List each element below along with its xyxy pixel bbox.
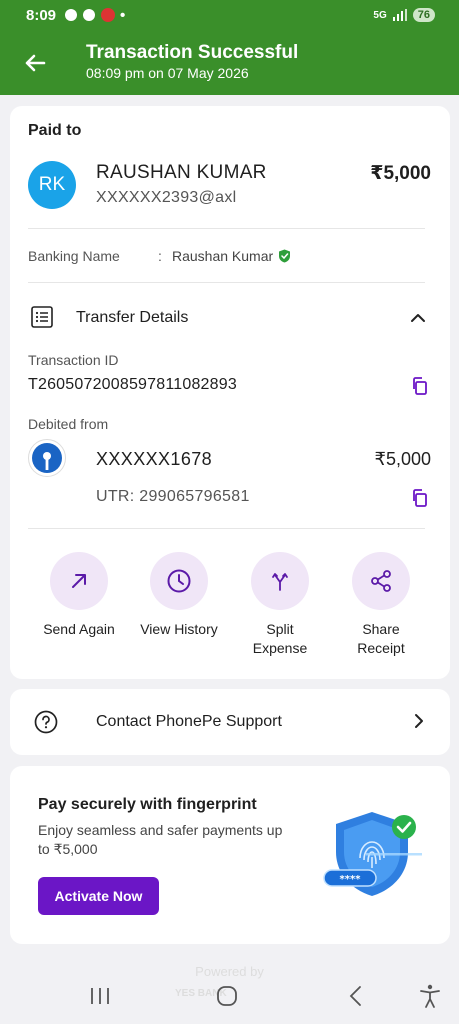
divider (28, 282, 425, 283)
network-label: 5G (373, 9, 387, 21)
debited-from-label: Debited from (28, 416, 109, 432)
page-title: Transaction Successful (86, 42, 299, 63)
back-arrow-icon[interactable] (20, 48, 50, 78)
system-status: 5G 76 (373, 8, 435, 22)
transaction-id-label: Transaction ID (28, 352, 119, 368)
payment-details-card: Paid to RK RAUSHAN KUMAR XXXXXX2393@axl … (10, 106, 450, 679)
paid-to-label: Paid to (28, 122, 82, 139)
split-icon (272, 573, 288, 591)
copy-icon[interactable] (410, 488, 430, 508)
action-circle (251, 552, 309, 610)
help-circle-icon (34, 710, 58, 734)
notification-app-icon (65, 9, 78, 21)
share-receipt-button[interactable]: Share Receipt (336, 552, 426, 658)
debit-account-number: XXXXXX1678 (96, 449, 213, 469)
payee-vpa: XXXXXX2393@axl (96, 189, 237, 206)
action-label: Split Expense (252, 621, 308, 656)
banking-name-label: Banking Name (28, 248, 120, 264)
pin-mask: **** (340, 874, 362, 885)
action-circle (352, 552, 410, 610)
banking-name-separator: : (158, 248, 162, 264)
action-label: Share Receipt (357, 621, 405, 656)
divider (28, 528, 425, 529)
notification-dot: • (120, 6, 126, 24)
promo-description: Enjoy seamless and safer payments up to … (38, 822, 283, 857)
action-label: Send Again (43, 621, 115, 637)
chevron-up-icon[interactable] (408, 308, 428, 328)
divider (28, 228, 425, 229)
debit-amount: ₹5,000 (374, 449, 432, 469)
payment-amount: ₹5,000 (370, 163, 431, 184)
transaction-header: Transaction Successful 08:09 pm on 07 Ma… (0, 30, 459, 95)
contact-support-label: Contact PhonePe Support (96, 713, 282, 730)
contact-support-row[interactable]: Contact PhonePe Support (10, 689, 450, 755)
copy-icon[interactable] (410, 376, 430, 396)
action-circle (50, 552, 108, 610)
home-icon[interactable] (213, 982, 241, 1010)
transaction-id: T2605072008597811082893 (28, 376, 237, 393)
status-bar: 8:09 • 5G 76 (0, 0, 459, 30)
notification-app-icon (101, 8, 116, 22)
receipt-list-icon (31, 306, 53, 328)
status-time: 8:09 (26, 6, 57, 24)
payee-name: RAUSHAN KUMAR (96, 162, 267, 183)
arrow-up-right-icon (72, 574, 86, 588)
bank-logo (28, 439, 66, 477)
battery-level: 76 (412, 8, 435, 22)
transaction-timestamp: 08:09 pm on 07 May 2026 (86, 65, 249, 81)
fingerprint-promo-card: Pay securely with fingerprint Enjoy seam… (10, 766, 450, 944)
back-icon[interactable] (342, 982, 370, 1010)
notification-app-icon (83, 9, 96, 21)
accessibility-icon[interactable] (416, 982, 444, 1010)
notification-icons: • (64, 7, 125, 24)
banking-name-value: Raushan Kumar (172, 248, 274, 264)
share-icon (371, 570, 391, 592)
recent-apps-icon[interactable] (86, 982, 114, 1010)
split-expense-button[interactable]: Split Expense (235, 552, 325, 658)
system-nav-bar (0, 968, 459, 1024)
avatar: RK (28, 161, 76, 209)
clock-icon (167, 569, 191, 593)
action-circle (150, 552, 208, 610)
view-history-button[interactable]: View History (134, 552, 224, 639)
transfer-details-title: Transfer Details (76, 309, 189, 326)
promo-title: Pay securely with fingerprint (38, 796, 257, 813)
utr-number: UTR: 299065796581 (96, 488, 250, 505)
send-again-button[interactable]: Send Again (34, 552, 124, 639)
action-label: View History (140, 621, 218, 637)
signal-icon (392, 9, 407, 21)
sbi-logo-icon (32, 443, 62, 473)
banking-name: Raushan Kumar (172, 248, 291, 264)
verified-shield-icon (279, 249, 291, 263)
chevron-right-icon (415, 714, 423, 728)
activate-now-button[interactable]: Activate Now (38, 877, 159, 915)
fingerprint-shield-icon: **** (323, 812, 422, 896)
